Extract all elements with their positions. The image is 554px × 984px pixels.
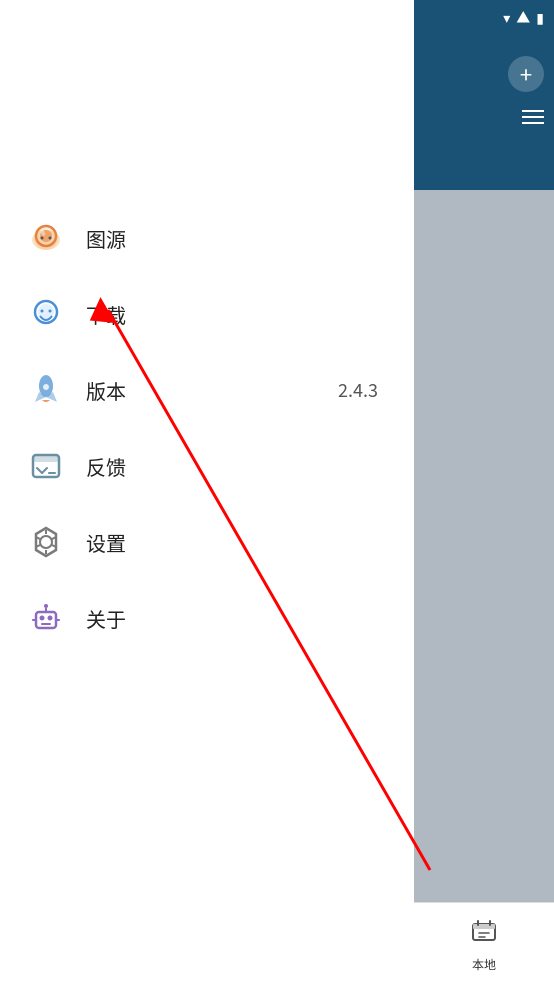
guanyu-icon [26,598,66,638]
menu-item-guanyu[interactable]: 关于 [16,580,398,656]
menu-list: 图源 下载 [0,200,414,656]
tuyuan-icon [26,218,66,258]
banben-label: 版本 [86,376,338,405]
local-tab-icon [470,915,498,952]
status-bar: ▾ ▲ ▮ [414,0,554,36]
add-button[interactable]: + [508,56,544,92]
right-panel-header: ▾ ▲ ▮ + [414,0,554,190]
banben-value: 2.4.3 [338,377,378,403]
xiazai-icon [26,294,66,334]
menu-item-fankui[interactable]: 反馈 [16,428,398,504]
bottom-tab-local[interactable]: 本地 [414,902,554,984]
banben-icon [26,370,66,410]
shezhi-icon [26,522,66,562]
right-panel: ▾ ▲ ▮ + [414,0,554,984]
fankui-icon [26,446,66,486]
bottom-tab-label: 本地 [472,956,496,973]
hamburger-line-2 [522,116,544,118]
shezhi-label: 设置 [86,528,388,557]
fankui-label: 反馈 [86,452,388,481]
left-drawer: 图源 下载 [0,0,414,984]
menu-item-xiazai[interactable]: 下载 [16,276,398,352]
hamburger-menu-button[interactable] [522,110,544,124]
hamburger-line-3 [522,122,544,124]
battery-icon: ▮ [536,8,544,28]
xiazai-label: 下载 [86,300,388,329]
menu-item-tuyuan[interactable]: 图源 [16,200,398,276]
menu-item-shezhi[interactable]: 设置 [16,504,398,580]
wifi-icon: ▾ [503,8,510,28]
tuyuan-label: 图源 [86,224,388,253]
menu-item-banben[interactable]: 版本 2.4.3 [16,352,398,428]
hamburger-line-1 [522,110,544,112]
guanyu-label: 关于 [86,604,388,633]
signal-icon: ▲ [516,8,530,28]
plus-icon: + [520,58,532,90]
